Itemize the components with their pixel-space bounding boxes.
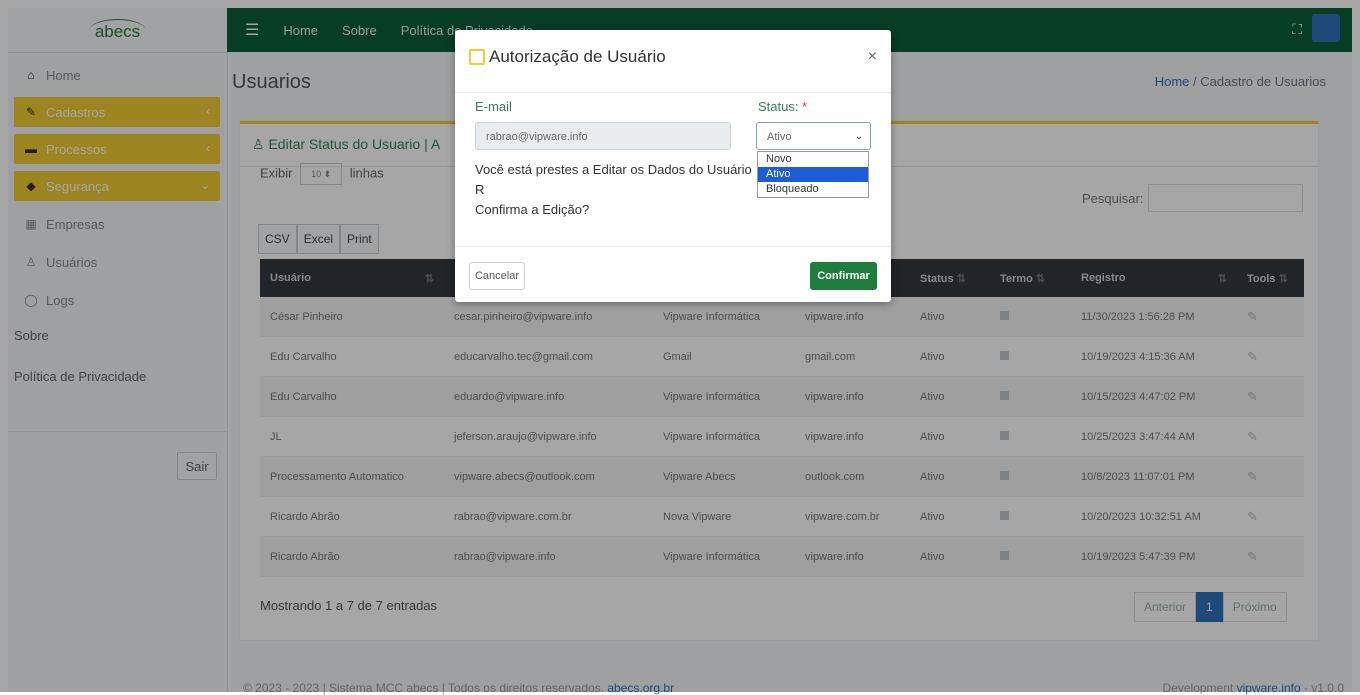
status-option-bloqueado[interactable]: Bloqueado <box>758 182 868 197</box>
status-option-ativo[interactable]: Ativo <box>758 167 868 182</box>
modal-message: Você está prestes a Editar os Dados do U… <box>475 160 755 220</box>
confirm-button[interactable]: Confirmar <box>810 262 877 290</box>
status-dropdown-list: Novo Ativo Bloqueado <box>757 151 869 198</box>
modal-title-text: Autorização de Usuário <box>489 47 666 66</box>
email-field[interactable]: rabrao@vipware.info <box>475 122 731 150</box>
status-label: Status: * <box>758 99 808 114</box>
close-icon[interactable]: × <box>868 48 877 66</box>
status-select[interactable]: Ativo ⌄ <box>756 122 871 150</box>
modal-footer-divider <box>455 246 891 247</box>
modal-title: Autorização de Usuário <box>469 47 666 67</box>
modal-header-divider <box>455 92 891 93</box>
status-option-novo[interactable]: Novo <box>758 152 868 167</box>
modal-message-line1: Você está prestes a Editar os Dados do U… <box>475 162 752 197</box>
email-label: E-mail <box>475 99 512 114</box>
required-marker: * <box>802 99 808 114</box>
status-select-value: Ativo <box>767 131 792 143</box>
cancel-button[interactable]: Cancelar <box>469 262 525 290</box>
authorization-modal: Autorização de Usuário × E-mail Status: … <box>455 30 891 302</box>
modal-message-line2: Confirma a Edição? <box>475 202 590 217</box>
chevron-down-icon: ⌄ <box>854 131 863 142</box>
edit-icon <box>469 49 485 65</box>
